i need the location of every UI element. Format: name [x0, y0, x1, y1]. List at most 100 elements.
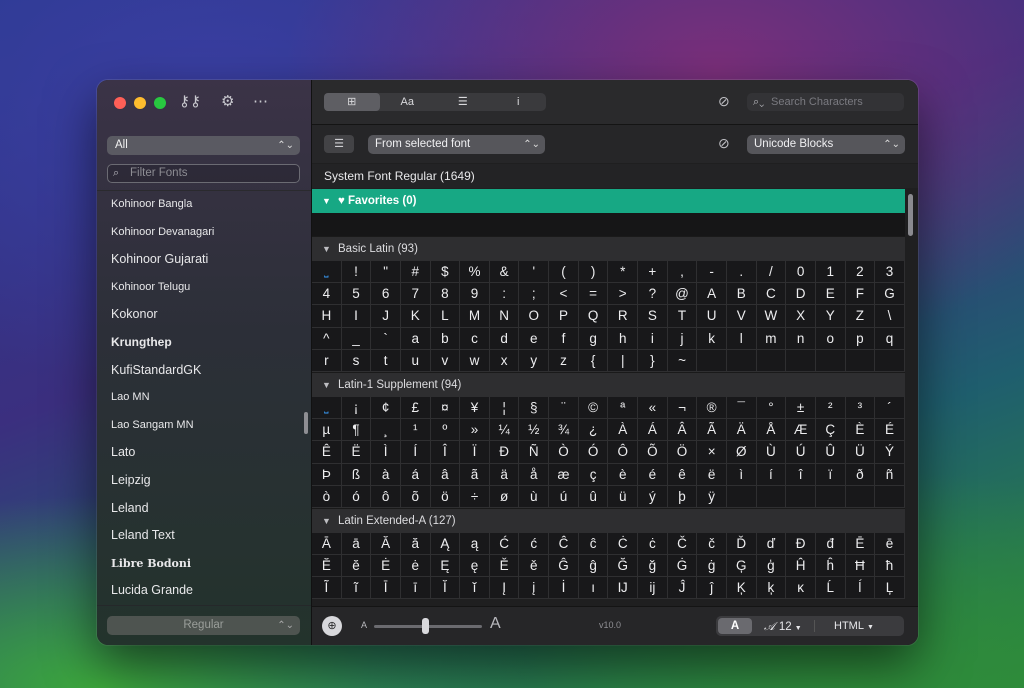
bold-toggle-button[interactable]: A — [718, 618, 752, 634]
character-cell[interactable]: ¤ — [430, 396, 461, 420]
character-cell[interactable]: Ĺ — [815, 577, 846, 600]
character-cell[interactable]: A — [697, 283, 727, 306]
zoom-icon[interactable]: ⊕ — [322, 616, 342, 636]
character-cell[interactable]: P — [549, 305, 579, 328]
character-cell[interactable]: ÿ — [697, 485, 727, 508]
character-cell[interactable]: # — [400, 261, 431, 284]
character-cell[interactable]: ã — [460, 463, 490, 486]
character-cell[interactable]: Ĵ — [667, 577, 698, 600]
character-cell[interactable]: Ď — [726, 532, 757, 556]
character-cell[interactable]: į — [519, 577, 550, 600]
character-cell[interactable]: © — [578, 396, 609, 420]
block-section-header[interactable]: ▼ Basic Latin (93) — [312, 236, 905, 261]
font-category-select[interactable]: All ⌃⌄ — [107, 136, 300, 155]
character-cell[interactable]: ė — [400, 555, 431, 578]
character-cell[interactable]: ~ — [667, 349, 698, 372]
character-cell[interactable]: ē — [875, 532, 905, 556]
character-cell[interactable]: g — [578, 327, 609, 350]
character-cell[interactable]: Ī — [371, 577, 401, 600]
character-cell[interactable]: ø — [489, 485, 520, 508]
character-cell[interactable]: ^ — [312, 327, 342, 350]
character-cell[interactable]: ď — [756, 532, 787, 556]
character-cell[interactable]: ā — [341, 532, 372, 556]
character-cell[interactable]: Z — [845, 305, 876, 328]
character-cell[interactable]: ħ — [875, 555, 905, 578]
character-cell[interactable]: ê — [667, 463, 698, 486]
character-cell[interactable]: Ĩ — [312, 577, 342, 600]
character-cell[interactable]: ½ — [519, 419, 550, 442]
character-cell[interactable]: å — [519, 463, 550, 486]
character-cell[interactable]: à — [371, 463, 401, 486]
character-cell[interactable]: , — [667, 261, 698, 284]
character-cell[interactable]: É — [875, 419, 905, 442]
character-cell[interactable]: 2 — [845, 261, 876, 284]
character-cell[interactable]: 0 — [786, 261, 816, 284]
character-cell[interactable]: Ā — [312, 532, 342, 556]
character-cell[interactable]: < — [549, 283, 579, 306]
grid-view-tab[interactable]: ⊞ — [324, 93, 380, 111]
character-cell[interactable]: H — [312, 305, 342, 328]
character-cell[interactable]: ĳ — [638, 577, 668, 600]
character-cell[interactable]: ð — [845, 463, 876, 486]
character-cell[interactable]: ĭ — [460, 577, 490, 600]
character-cell[interactable]: Ļ — [875, 577, 905, 600]
character-cell[interactable]: ę — [460, 555, 490, 578]
character-cell[interactable]: Ñ — [519, 441, 550, 464]
character-cell[interactable]: Ě — [489, 555, 520, 578]
character-cell[interactable]: ó — [341, 485, 372, 508]
character-cell[interactable]: × — [697, 441, 727, 464]
character-cell[interactable]: ğ — [638, 555, 668, 578]
character-cell[interactable]: Ð — [489, 441, 520, 464]
character-cell[interactable]: q — [875, 327, 905, 350]
character-cell[interactable]: S — [638, 305, 668, 328]
font-list-item[interactable]: Lato — [97, 439, 311, 467]
character-cell[interactable]: K — [400, 305, 431, 328]
close-window-button[interactable] — [114, 97, 126, 109]
character-cell[interactable]: _ — [341, 327, 372, 350]
character-cell[interactable]: á — [400, 463, 431, 486]
character-cell[interactable]: & — [489, 261, 520, 284]
font-list-item[interactable]: Leipzig — [97, 467, 311, 495]
grid-scrollbar[interactable] — [908, 194, 913, 236]
character-cell[interactable]: º — [430, 419, 461, 442]
character-cell[interactable]: ¾ — [549, 419, 579, 442]
character-cell[interactable]: ¼ — [489, 419, 520, 442]
size-slider-knob[interactable] — [422, 618, 429, 634]
character-cell[interactable]: Õ — [638, 441, 668, 464]
list-view-button[interactable]: ☰ — [324, 135, 354, 153]
character-cell[interactable]: Ć — [489, 532, 520, 556]
character-cell[interactable]: õ — [400, 485, 431, 508]
character-cell[interactable]: ¹ — [400, 419, 431, 442]
character-cell[interactable]: 8 — [430, 283, 461, 306]
character-cell[interactable]: t — [371, 349, 401, 372]
character-cell[interactable]: W — [756, 305, 787, 328]
character-cell[interactable]: Ċ — [608, 532, 639, 556]
font-list-item[interactable]: Kokonor — [97, 301, 311, 329]
source-select[interactable]: From selected font ⌃⌄ — [368, 135, 545, 154]
gear-icon[interactable]: ⚙ — [221, 92, 234, 110]
character-cell[interactable]: Û — [815, 441, 846, 464]
character-cell[interactable]: Ü — [845, 441, 876, 464]
character-cell[interactable]: > — [608, 283, 639, 306]
character-cell[interactable]: Ç — [815, 419, 846, 442]
character-cell[interactable]: Â — [667, 419, 698, 442]
character-cell[interactable]: Æ — [786, 419, 816, 442]
unicode-blocks-select[interactable]: Unicode Blocks ⌃⌄ — [747, 135, 905, 154]
character-cell[interactable]: a — [400, 327, 431, 350]
format-select[interactable]: HTML ▼ — [834, 616, 874, 638]
character-cell[interactable]: ¶ — [341, 419, 372, 442]
character-cell[interactable]: ç — [578, 463, 609, 486]
character-cell[interactable]: + — [638, 261, 668, 284]
character-cell[interactable]: Å — [756, 419, 787, 442]
character-cell[interactable]: 9 — [460, 283, 490, 306]
character-cell[interactable]: Ķ — [726, 577, 757, 600]
character-cell[interactable]: Ĝ — [549, 555, 579, 578]
character-cell[interactable]: M — [460, 305, 490, 328]
character-cell[interactable]: Ė — [371, 555, 401, 578]
character-cell[interactable]: | — [608, 349, 639, 372]
disclosure-triangle-icon[interactable]: ▼ — [322, 189, 338, 213]
character-cell[interactable]: $ — [430, 261, 461, 284]
character-cell[interactable]: ě — [519, 555, 550, 578]
character-cell[interactable]: ĥ — [815, 555, 846, 578]
character-cell[interactable]: 3 — [875, 261, 905, 284]
